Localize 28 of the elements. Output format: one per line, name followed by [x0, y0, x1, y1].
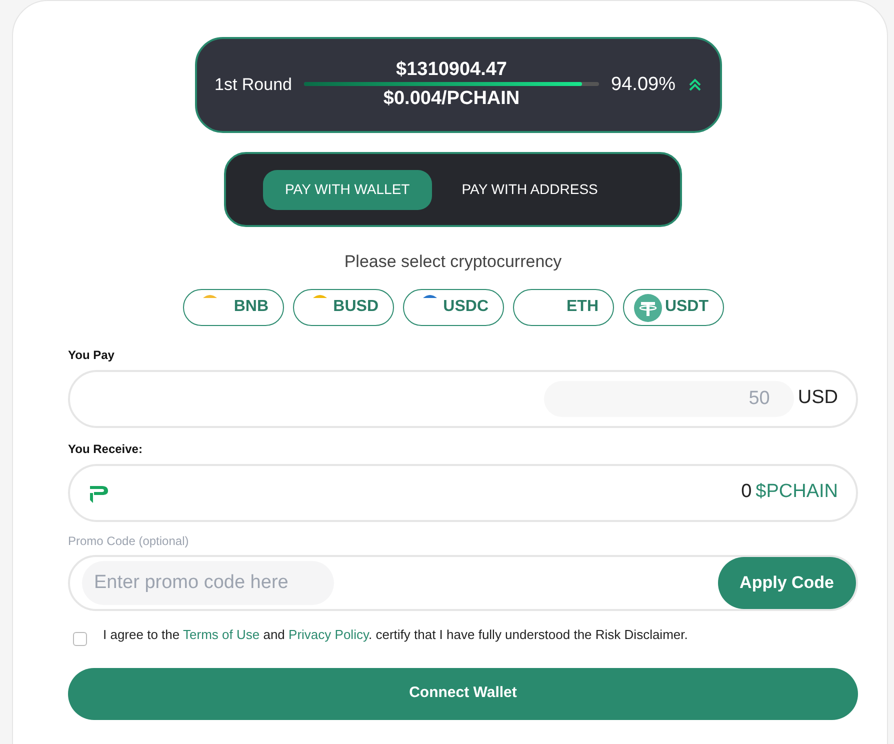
round-percent: 94.09% — [611, 72, 676, 97]
payment-tab[interactable]: PAY WITH ADDRESS — [440, 170, 620, 210]
policy-link[interactable]: Privacy Policy — [288, 626, 368, 642]
field-label: Promo Code (optional) — [68, 532, 190, 550]
agreement-text: I agree to the Terms of Use and Privacy Policy. certify that I have fully understood the Risk Disclaimer. — [103, 626, 688, 644]
promo-input[interactable]: Enter promo code here — [82, 560, 334, 604]
token-price: $0.004/PCHAIN — [383, 87, 520, 111]
agree-checkbox[interactable] — [73, 632, 87, 646]
policy-link[interactable]: Terms of Use — [183, 626, 260, 642]
currency-button[interactable]: BNB — [182, 288, 284, 326]
raised-amount: $1310904.47 — [396, 58, 507, 82]
currency-button[interactable]: ETH — [512, 288, 614, 326]
amount-value: 50 — [544, 380, 794, 416]
currency-button[interactable]: USDT — [622, 288, 724, 326]
currency-unit: USD — [798, 386, 838, 410]
currency-button[interactable]: BUSD — [292, 288, 394, 326]
round-label: 1st Round — [214, 74, 292, 96]
select-prompt: Please select cryptocurrency — [344, 251, 562, 273]
apply-code-button[interactable]: Apply Code — [718, 556, 856, 608]
field-label: You Receive: — [68, 440, 144, 458]
pay-amount-field[interactable]: 50 USD — [68, 370, 858, 428]
connect-wallet-button[interactable]: Connect Wallet — [68, 668, 858, 720]
payment-tab[interactable]: PAY WITH WALLET — [263, 170, 432, 210]
currency-button[interactable]: USDC — [402, 288, 504, 326]
receive-amount: 0 — [741, 480, 752, 504]
double-chevron-up-icon — [688, 78, 702, 92]
field-label: You Pay — [68, 346, 116, 364]
token-unit: $PCHAIN — [756, 480, 838, 504]
